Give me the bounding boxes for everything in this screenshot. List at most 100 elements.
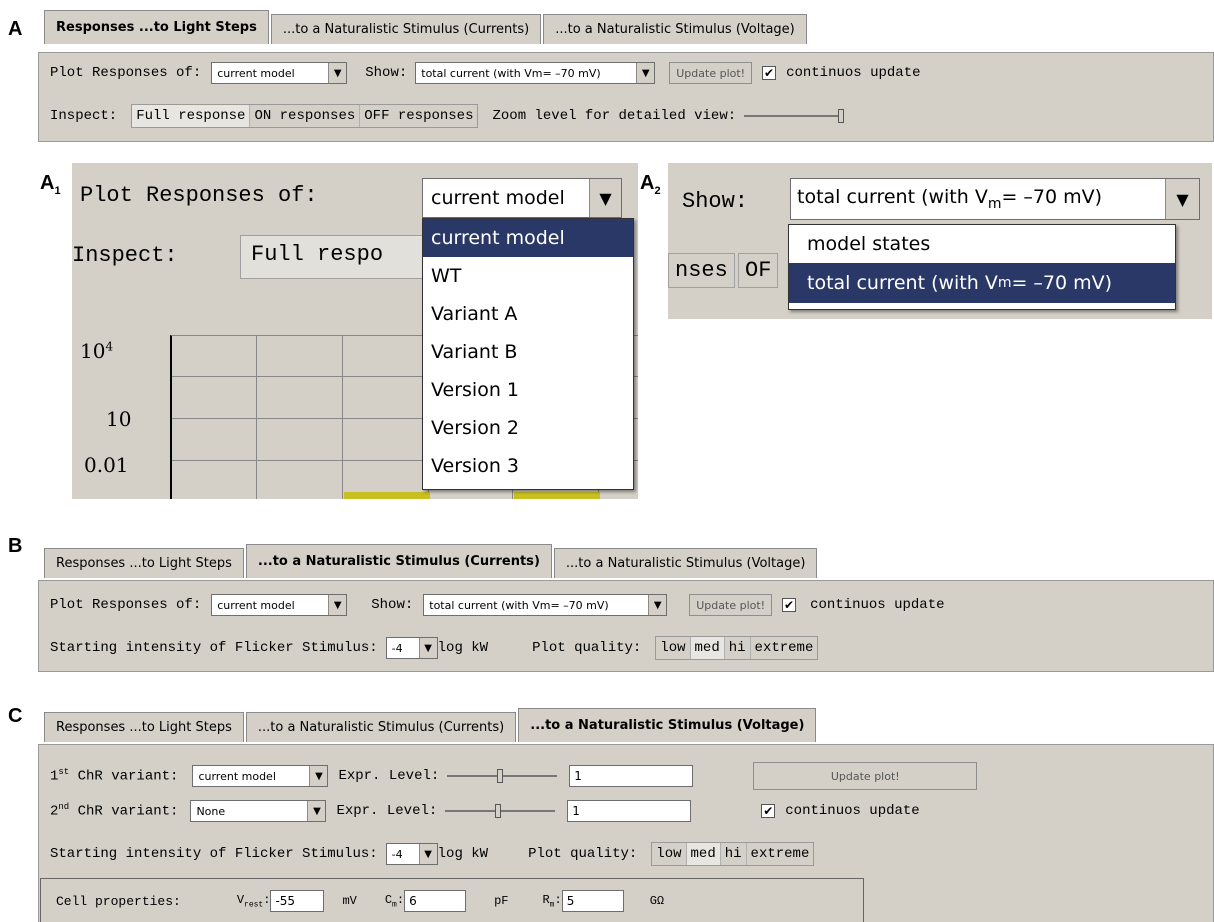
chevron-down-icon: ▼ bbox=[307, 801, 326, 821]
expr2-input[interactable]: 1 bbox=[567, 800, 692, 822]
y-tick-label: 10 bbox=[106, 407, 132, 431]
variant1-combo[interactable]: current model ▼ bbox=[192, 765, 329, 787]
quality-med[interactable]: med bbox=[686, 843, 721, 865]
expr2-slider[interactable] bbox=[445, 804, 556, 818]
text-sub: m bbox=[997, 275, 1012, 291]
chevron-down-icon: ▼ bbox=[589, 179, 621, 217]
dropdown-item-version-3[interactable]: Version 3 bbox=[423, 447, 633, 485]
dropdown-item-total-current[interactable]: total current (with Vm = –70 mV) bbox=[789, 263, 1175, 303]
dropdown-item-version-2[interactable]: Version 2 bbox=[423, 409, 633, 447]
flicker-combo[interactable]: -4 ▼ bbox=[385, 637, 438, 659]
tab-light-steps[interactable]: Responses ...to Light Steps bbox=[44, 712, 244, 742]
inset-a2-combo[interactable]: total current (with Vm= –70 mV) ▼ bbox=[790, 178, 1200, 220]
vrest-input[interactable]: -55 bbox=[270, 890, 325, 912]
text: total current (with V bbox=[797, 186, 988, 209]
text: total current (with V bbox=[807, 272, 998, 294]
dropdown-item-variant-b[interactable]: Variant B bbox=[423, 333, 633, 371]
expr1-slider[interactable] bbox=[447, 769, 558, 783]
rm-label: Rm: bbox=[542, 892, 562, 910]
dropdown-item-wt[interactable]: WT bbox=[423, 257, 633, 295]
tab-naturalistic-voltage[interactable]: ...to a Naturalistic Stimulus (Voltage) bbox=[518, 708, 817, 742]
continuous-update-checkbox[interactable]: ✔ bbox=[762, 66, 777, 80]
tab-bar-a: Responses ...to Light Steps ...to a Natu… bbox=[44, 10, 809, 44]
update-plot-button[interactable]: Update plot! bbox=[669, 62, 753, 84]
inspect-full-response[interactable]: Full response bbox=[132, 105, 251, 127]
tab-bar-c: Responses ...to Light Steps ...to a Natu… bbox=[44, 708, 818, 742]
text: ) bbox=[798, 718, 805, 733]
quality-low[interactable]: low bbox=[652, 843, 687, 865]
inset-show-label: Show: bbox=[682, 189, 749, 214]
text: V bbox=[236, 892, 245, 907]
panelB-row2: Starting intensity of Flicker Stimulus: … bbox=[50, 636, 819, 660]
combo-value: current model bbox=[217, 598, 295, 612]
show-combo[interactable]: total current (with Vm= –70 mV) ▼ bbox=[415, 62, 656, 84]
quality-extreme[interactable]: extreme bbox=[746, 843, 814, 865]
chevron-down-icon: ▼ bbox=[328, 63, 347, 83]
quality-extreme[interactable]: extreme bbox=[750, 637, 818, 659]
text: ...to a Naturalistic Stimulus ( bbox=[530, 718, 743, 733]
quality-hi[interactable]: hi bbox=[720, 843, 747, 865]
combo-value: -4 bbox=[391, 641, 403, 655]
zoom-slider[interactable] bbox=[744, 109, 845, 123]
show-label: Show: bbox=[365, 65, 408, 81]
slider-thumb[interactable] bbox=[838, 109, 845, 123]
update-plot-button[interactable]: Update plot! bbox=[689, 594, 773, 616]
text-sub: m bbox=[392, 900, 397, 910]
cm-input[interactable]: 6 bbox=[404, 890, 467, 912]
inset-a1-combo[interactable]: current model ▼ bbox=[422, 178, 622, 218]
combo-value: current model bbox=[431, 187, 565, 209]
tab-light-steps[interactable]: Responses ...to Light Steps bbox=[44, 548, 244, 578]
panel-label-a: A bbox=[8, 18, 23, 40]
text-sup: nd bbox=[58, 802, 70, 813]
quality-low[interactable]: low bbox=[656, 637, 691, 659]
label-sub: 1 bbox=[54, 185, 61, 197]
slider-thumb[interactable] bbox=[497, 769, 504, 783]
flicker-combo[interactable]: -4 ▼ bbox=[385, 843, 438, 865]
inspect-off-responses[interactable]: OFF responses bbox=[360, 105, 478, 127]
panelB-row1: Plot Responses of: current model ▼ Show:… bbox=[50, 594, 945, 616]
quality-hi[interactable]: hi bbox=[724, 637, 751, 659]
tab-naturalistic-currents[interactable]: ...to a Naturalistic Stimulus (Currents) bbox=[245, 712, 517, 742]
tab-naturalistic-voltage[interactable]: ...to a Naturalistic Stimulus (Voltage) bbox=[543, 14, 807, 44]
update-plot-button[interactable]: Update plot! bbox=[753, 762, 978, 790]
flicker-unit: log kW bbox=[437, 640, 489, 656]
dropdown-item-current-model[interactable]: current model bbox=[423, 219, 633, 257]
continuous-update-checkbox[interactable]: ✔ bbox=[782, 598, 797, 612]
variant2-combo[interactable]: None ▼ bbox=[190, 800, 327, 822]
rm-input[interactable]: 5 bbox=[561, 890, 624, 912]
text: Currents bbox=[470, 554, 534, 569]
plot-responses-combo[interactable]: current model ▼ bbox=[211, 594, 348, 616]
combo-value: total current (with Vm= –70 mV) bbox=[429, 598, 609, 612]
vrest-unit: mV bbox=[342, 894, 357, 908]
chevron-down-icon: ▼ bbox=[1165, 179, 1199, 219]
inspect-on-responses[interactable]: ON responses bbox=[250, 105, 361, 127]
dropdown-item-model-states[interactable]: model states bbox=[789, 225, 1175, 263]
tab-naturalistic-currents[interactable]: ...to a Naturalistic Stimulus (Currents) bbox=[270, 14, 542, 44]
combo-value: total current (with Vm= –70 mV) bbox=[791, 186, 1165, 212]
grid-line bbox=[342, 336, 343, 499]
cm-unit: pF bbox=[494, 894, 509, 908]
dropdown-item-variant-a[interactable]: Variant A bbox=[423, 295, 633, 333]
slider-thumb[interactable] bbox=[495, 804, 502, 818]
panelA-row1: Plot Responses of: current model ▼ Show:… bbox=[50, 62, 921, 84]
panelC-row1: 1st ChR variant: current model ▼ Expr. L… bbox=[50, 762, 978, 790]
grid-line bbox=[256, 336, 257, 499]
inset-inspect-label: Inspect: bbox=[72, 243, 178, 268]
chevron-down-icon: ▼ bbox=[418, 844, 437, 864]
chevron-down-icon: ▼ bbox=[648, 595, 667, 615]
quality-med[interactable]: med bbox=[690, 637, 725, 659]
expr1-input[interactable]: 1 bbox=[569, 765, 694, 787]
tab-light-steps[interactable]: Responses ...to Light Steps bbox=[44, 10, 269, 44]
continuous-update-checkbox[interactable]: ✔ bbox=[761, 804, 776, 818]
panel-label-c: C bbox=[8, 705, 23, 727]
tab-naturalistic-voltage[interactable]: ...to a Naturalistic Stimulus (Voltage) bbox=[553, 548, 818, 578]
panel-label-a1: A1 bbox=[40, 172, 61, 197]
chevron-down-icon: ▼ bbox=[328, 595, 347, 615]
dropdown-item-version-1[interactable]: Version 1 bbox=[423, 371, 633, 409]
tab-naturalistic-currents[interactable]: ...to a Naturalistic Stimulus (Currents) bbox=[245, 544, 552, 578]
cm-label: Cm: bbox=[384, 892, 405, 910]
show-combo[interactable]: total current (with Vm= –70 mV) ▼ bbox=[423, 594, 668, 616]
combo-value: total current (with Vm= –70 mV) bbox=[421, 66, 601, 80]
inset-a2-dropdown: model states total current (with Vm = –70… bbox=[788, 224, 1176, 310]
plot-responses-combo[interactable]: current model ▼ bbox=[211, 62, 348, 84]
